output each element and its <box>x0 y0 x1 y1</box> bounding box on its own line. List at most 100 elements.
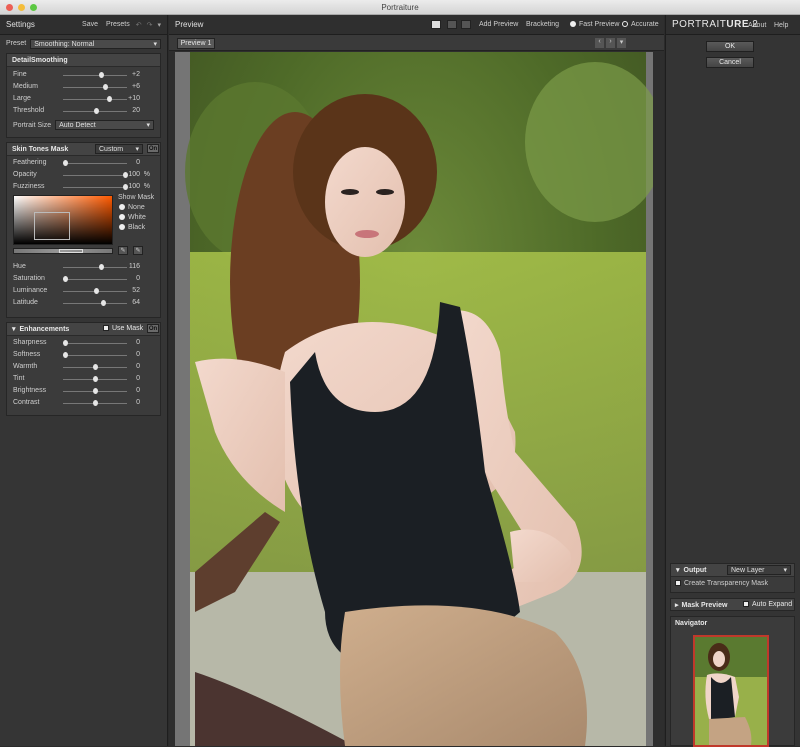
collapse-arrow-icon[interactable]: ▾ <box>12 325 16 333</box>
redo-icon[interactable]: ↷ <box>147 21 153 29</box>
preset-label: Preset <box>6 40 27 47</box>
slider-knob[interactable] <box>63 160 68 166</box>
undo-icon[interactable]: ↶ <box>136 21 142 29</box>
menu-dropdown-icon[interactable]: ▾ <box>157 21 161 29</box>
slider-knob[interactable] <box>93 400 98 406</box>
enhancement-slider-row: Tint 0 <box>7 373 160 385</box>
slider-label: Hue <box>13 263 26 270</box>
slider-value[interactable]: 0 <box>116 275 140 282</box>
selection-box[interactable] <box>34 212 70 240</box>
preview-canvas[interactable] <box>175 52 653 746</box>
split-vertical-icon[interactable] <box>461 20 471 29</box>
use-mask-checkbox[interactable] <box>103 325 109 331</box>
auto-expand-checkbox[interactable] <box>743 601 749 607</box>
slider-knob[interactable] <box>63 352 68 358</box>
slider-value[interactable]: 52 <box>116 287 140 294</box>
transparency-checkbox[interactable] <box>675 580 681 586</box>
title-bar: Portraiture <box>0 0 800 15</box>
slider-value[interactable]: 100 <box>116 171 140 178</box>
mask-preview-header[interactable]: ▸ Mask Preview Auto Expand <box>670 598 795 611</box>
hue-range-marker[interactable] <box>59 249 83 253</box>
save-button[interactable]: Save <box>82 21 98 28</box>
mask-option-none[interactable]: None <box>119 204 146 214</box>
slider-knob[interactable] <box>94 288 100 294</box>
zoom-window-icon[interactable] <box>30 4 37 11</box>
slider-value[interactable]: 0 <box>116 159 140 166</box>
tab-menu-icon[interactable]: ▾ <box>617 38 626 48</box>
logo-text-a: PORTRAIT <box>672 19 727 30</box>
accurate-option[interactable]: Accurate <box>622 21 659 28</box>
navigator-section: Navigator <box>670 616 795 747</box>
bracketing-button[interactable]: Bracketing <box>526 21 559 28</box>
slider-label: Large <box>13 95 31 102</box>
help-link[interactable]: Help <box>774 22 788 29</box>
output-layer-dropdown[interactable]: New Layer <box>727 565 791 575</box>
transparency-row[interactable]: Create Transparency Mask <box>671 577 794 590</box>
prev-arrow-icon[interactable]: ‹ <box>595 38 604 48</box>
preset-dropdown[interactable]: Smoothing: Normal <box>30 38 161 49</box>
mask-option-white[interactable]: White <box>119 214 146 224</box>
about-link[interactable]: About <box>748 22 766 29</box>
fast-preview-option[interactable]: Fast Preview <box>570 21 619 28</box>
slider-value[interactable]: +6 <box>116 83 140 90</box>
slider-knob[interactable] <box>101 300 107 306</box>
show-mask-label: Show Mask <box>118 194 155 201</box>
slider-value[interactable]: +10 <box>116 95 140 102</box>
skin-on-button[interactable]: On <box>147 144 159 153</box>
cancel-button[interactable]: Cancel <box>706 57 754 68</box>
hue-strip[interactable] <box>13 248 113 254</box>
presets-button[interactable]: Presets <box>106 21 130 28</box>
single-view-icon[interactable] <box>431 20 441 29</box>
enhancements-on-button[interactable]: On <box>147 324 159 333</box>
slider-knob[interactable] <box>93 376 98 382</box>
slider-knob[interactable] <box>63 340 68 346</box>
slider-value[interactable]: 0 <box>116 399 140 406</box>
slider-knob[interactable] <box>63 276 68 282</box>
slider-knob[interactable] <box>94 108 100 114</box>
close-window-icon[interactable] <box>6 4 13 11</box>
auto-expand-toggle[interactable]: Auto Expand <box>743 601 792 608</box>
mask-option-radio[interactable] <box>119 224 125 230</box>
skin-mode-dropdown[interactable]: Custom <box>95 144 143 154</box>
eyedropper-add-icon[interactable]: ✎ <box>133 246 143 255</box>
navigator-thumbnail[interactable] <box>693 635 769 747</box>
slider-value[interactable]: +2 <box>116 71 140 78</box>
slider-value[interactable]: 116 <box>116 263 140 270</box>
ok-button[interactable]: OK <box>706 41 754 52</box>
split-horizontal-icon[interactable] <box>447 20 457 29</box>
output-collapse-icon[interactable]: ▾ <box>676 566 680 574</box>
tab-preview-1[interactable]: Preview 1 <box>177 38 215 49</box>
slider-value[interactable]: 0 <box>116 363 140 370</box>
slider-knob[interactable] <box>107 96 113 102</box>
slider-label: Contrast <box>13 399 40 406</box>
color-picker-field[interactable] <box>13 195 113 245</box>
eyedropper-icon[interactable]: ✎ <box>118 246 128 255</box>
mask-option-radio[interactable] <box>119 214 125 220</box>
use-mask-label: Use Mask <box>112 325 144 332</box>
slider-knob[interactable] <box>93 364 98 370</box>
slider-value[interactable]: 0 <box>116 351 140 358</box>
accurate-radio[interactable] <box>622 21 628 27</box>
add-preview-button[interactable]: Add Preview <box>479 21 518 28</box>
mask-option-radio[interactable] <box>119 204 125 210</box>
slider-knob[interactable] <box>99 72 104 78</box>
slider-value[interactable]: 20 <box>116 107 140 114</box>
minimize-window-icon[interactable] <box>18 4 25 11</box>
slider-value[interactable]: 100 <box>116 183 140 190</box>
slider-value[interactable]: 0 <box>116 387 140 394</box>
next-arrow-icon[interactable]: › <box>606 38 615 48</box>
slider-value[interactable]: 0 <box>116 375 140 382</box>
mask-option-black[interactable]: Black <box>119 224 146 234</box>
fast-preview-radio[interactable] <box>570 21 576 27</box>
slider-knob[interactable] <box>99 264 104 270</box>
slider-knob[interactable] <box>93 388 98 394</box>
mask-preview-expand-icon[interactable]: ▸ <box>675 602 679 609</box>
slider-label: Softness <box>13 351 41 358</box>
slider-knob[interactable] <box>102 84 108 90</box>
slider-value[interactable]: 64 <box>116 299 140 306</box>
portrait-size-dropdown[interactable]: Auto Detect <box>55 120 154 130</box>
slider-label: Brightness <box>13 387 47 394</box>
use-mask-toggle[interactable]: Use Mask <box>103 325 143 332</box>
slider-value[interactable]: 0 <box>116 339 140 346</box>
output-section: ▾ Output New Layer Create Transparency M… <box>670 563 795 593</box>
